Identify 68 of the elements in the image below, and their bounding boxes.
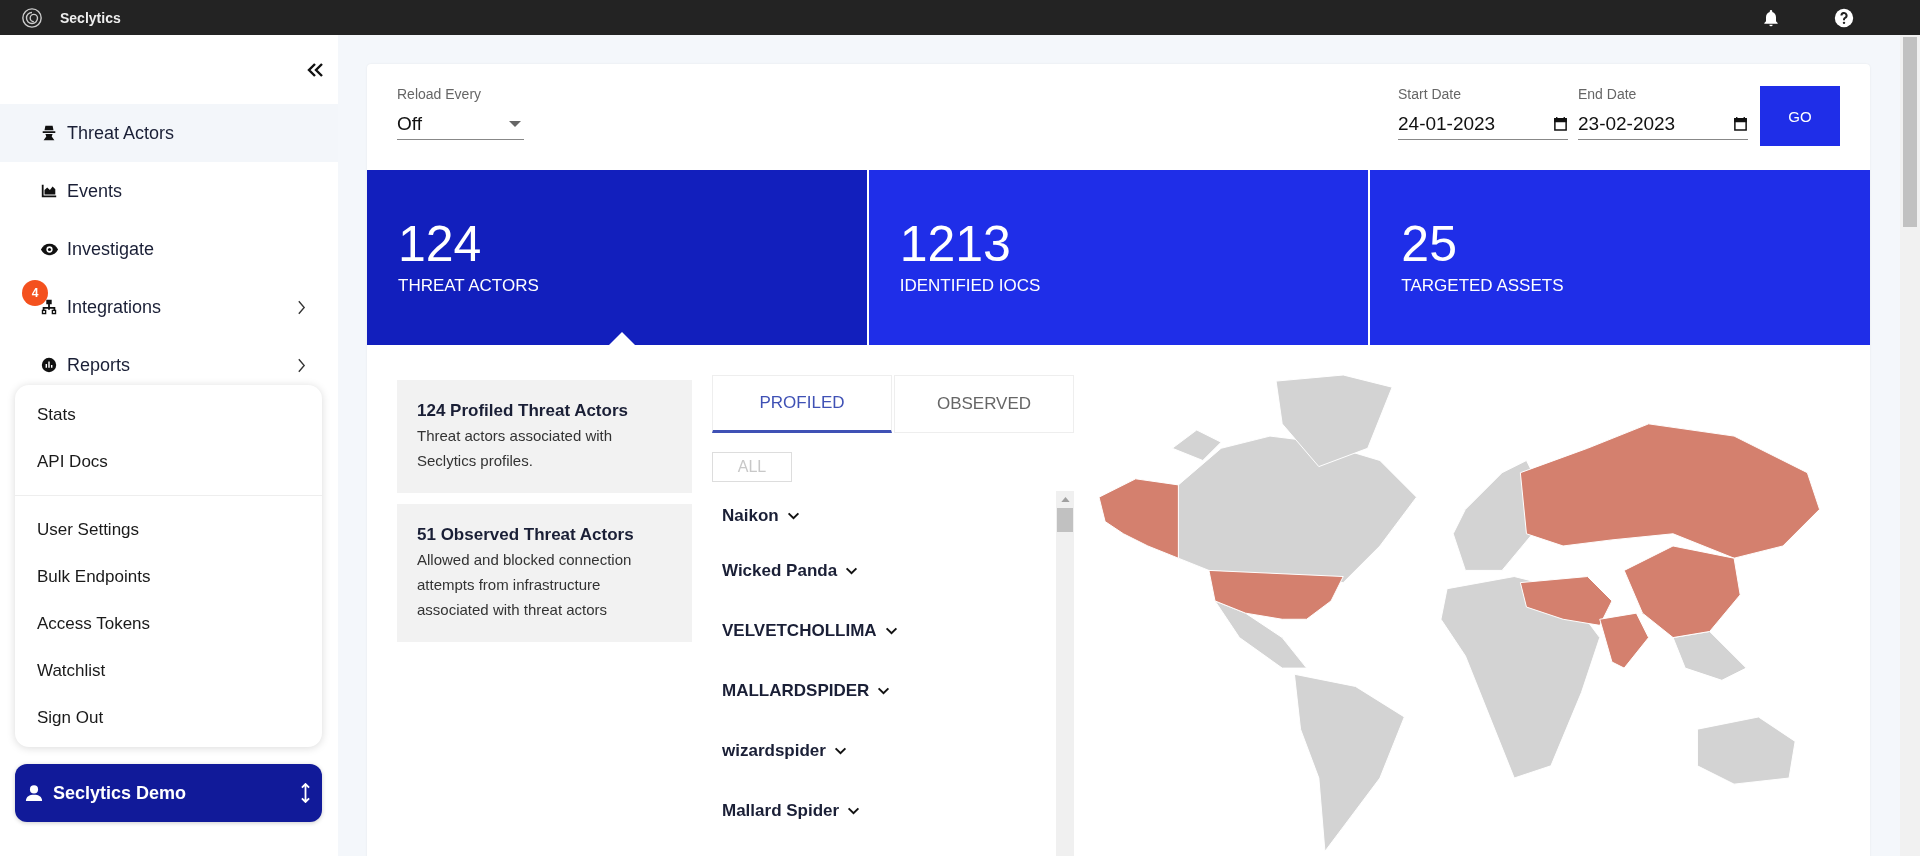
stat-tile[interactable]: 25 TARGETED ASSETS [1370,170,1870,345]
date-field[interactable]: 24-01-2023 [1398,108,1568,140]
info-description: Threat actors associated with Seclytics profiles. [417,426,614,471]
scrollbar-thumb[interactable] [1057,508,1073,532]
nav-item[interactable]: Reports [0,336,338,394]
actor-item[interactable]: VELVETCHOLLIMA [722,601,1056,661]
calendar-icon [1733,116,1748,131]
chevron-right-icon [297,299,306,315]
account-button[interactable]: Seclytics Demo [15,764,322,822]
spiral-logo-icon [21,6,43,29]
nav-item[interactable]: Investigate [0,220,338,278]
field-label: End Date [1578,86,1638,102]
nav-item[interactable]: Threat Actors [0,104,338,162]
date-field[interactable]: 23-02-2023 [1578,108,1748,140]
chevron-down-icon [833,747,847,755]
actor-item[interactable]: Naikon [722,491,1056,541]
nav-item[interactable]: Events [0,162,338,220]
actor-item[interactable]: wizardspider [722,721,1056,781]
area-chart-icon [40,182,58,200]
actor-item[interactable]: Mallard Spider [722,781,1056,841]
bell-icon[interactable] [1761,7,1781,28]
menu-item[interactable]: Bulk Endpoints [15,553,322,600]
menu-item[interactable]: Sign Out [15,694,322,741]
notification-badge: 4 [22,280,48,306]
menu-item[interactable]: API Docs [15,438,322,485]
scrollbar-thumb[interactable] [1903,37,1917,227]
app-name: Seclytics [60,9,121,26]
nav-item[interactable]: Integrations 4 [0,278,338,336]
menu-item[interactable]: Watchlist [15,647,322,694]
stat-label: IDENTIFIED IOCS [899,276,1042,296]
stat-tile[interactable]: 1213 IDENTIFIED IOCS [868,170,1369,345]
chevron-down-icon [786,512,800,520]
chevron-down-icon [884,627,898,635]
dropdown-caret-icon [509,120,521,127]
calendar-icon [1553,116,1568,131]
tab[interactable]: PROFILED [712,375,892,433]
pointer-triangle [609,332,635,345]
scroll-up-arrow-icon[interactable] [1060,497,1070,502]
help-icon[interactable] [1833,6,1855,29]
stat-label: THREAT ACTORS [398,276,540,296]
bar-chart-icon [40,356,58,374]
scrollbar[interactable] [1056,491,1074,856]
chevron-down-icon [847,807,861,815]
spy-icon [40,124,58,142]
info-title: 124 Profiled Threat Actors [417,401,629,421]
menu-item[interactable]: User Settings [15,506,322,553]
stat-value: 25 [1401,216,1458,272]
chevron-down-icon [845,567,859,575]
menu-item[interactable]: Access Tokens [15,600,322,647]
info-description: Allowed and blocked connection attempts from infrastructure associated with threat actors [417,550,633,620]
page-scrollbar[interactable] [1900,35,1920,856]
stat-label: TARGETED ASSETS [1401,276,1565,296]
actor-item[interactable]: Wicked Panda [722,541,1056,601]
tab[interactable]: OBSERVED [894,375,1074,433]
stat-value: 124 [398,216,483,272]
user-icon [25,784,43,802]
field-label: Reload Every [397,86,483,102]
chevron-down-icon [877,687,891,695]
stat-tile[interactable]: 124 THREAT ACTORS [367,170,867,345]
chevron-right-icon [297,357,306,373]
field-label: Start Date [1398,86,1463,102]
up-down-arrow-icon [301,783,310,803]
menu-item[interactable]: Stats [15,391,322,438]
actor-item[interactable]: MALLARDSPIDER [722,661,1056,721]
reload-select[interactable]: Off [397,108,524,140]
stat-value: 1213 [899,216,1012,272]
go-button[interactable]: GO [1760,86,1840,146]
info-title: 51 Observed Threat Actors [417,525,635,545]
